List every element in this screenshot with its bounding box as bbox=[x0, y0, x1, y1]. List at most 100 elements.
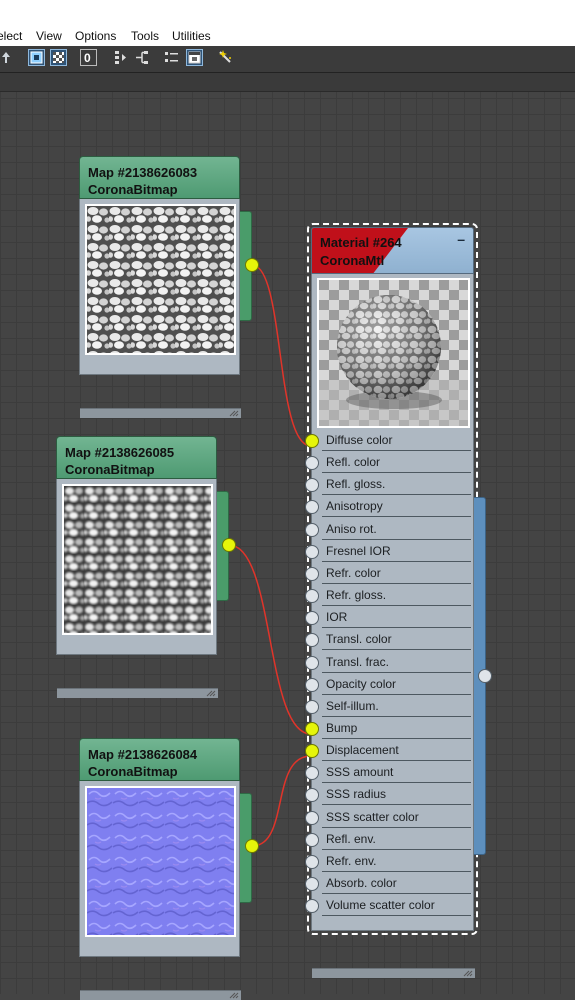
map-node-2138626083[interactable]: Map #2138626083 CoronaBitmap bbox=[79, 156, 259, 418]
magic-wand-icon[interactable] bbox=[217, 49, 234, 66]
wire-map3-displacement bbox=[251, 755, 312, 847]
input-socket[interactable] bbox=[305, 633, 319, 647]
input-socket[interactable] bbox=[305, 766, 319, 780]
input-socket[interactable] bbox=[305, 589, 319, 603]
view-tab-strip bbox=[0, 73, 575, 92]
slot-transl-color[interactable]: Transl. color bbox=[305, 628, 475, 650]
slot-volume-scatter-color[interactable]: Volume scatter color bbox=[305, 894, 475, 916]
slot-sss-radius[interactable]: SSS radius bbox=[305, 783, 475, 805]
input-socket[interactable] bbox=[305, 678, 319, 692]
wire-map2-bump bbox=[228, 544, 312, 735]
menu-bar: elect View Options Tools Utilities bbox=[0, 0, 575, 46]
slot-label: Aniso rot. bbox=[326, 522, 377, 536]
slot-label: SSS amount bbox=[326, 765, 394, 779]
node-body bbox=[79, 199, 241, 418]
slot-refr-gloss[interactable]: Refr. gloss. bbox=[305, 584, 475, 606]
input-socket[interactable] bbox=[305, 722, 319, 736]
slot-diffuse-color[interactable]: Diffuse color bbox=[305, 429, 475, 451]
node-title: Map #2138626083 bbox=[88, 165, 198, 180]
slot-refr-color[interactable]: Refr. color bbox=[305, 562, 475, 584]
output-socket[interactable] bbox=[245, 258, 259, 272]
slot-label: Refr. gloss. bbox=[326, 588, 387, 602]
input-socket[interactable] bbox=[305, 788, 319, 802]
node-header[interactable]: Map #2138626084 CoronaBitmap bbox=[79, 738, 240, 781]
slot-label: Refl. env. bbox=[326, 832, 376, 846]
input-socket[interactable] bbox=[305, 523, 319, 537]
minimize-button[interactable]: – bbox=[457, 232, 465, 246]
slot-opacity-color[interactable]: Opacity color bbox=[305, 673, 475, 695]
slot-absorb-color[interactable]: Absorb. color bbox=[305, 872, 475, 894]
node-view-canvas[interactable]: Map #2138626083 CoronaBitmap Map #213862… bbox=[0, 92, 575, 1000]
menu-utilities[interactable]: Utilities bbox=[172, 29, 211, 43]
input-socket[interactable] bbox=[305, 833, 319, 847]
wire-map1-diffuse bbox=[251, 264, 312, 447]
menu-view[interactable]: View bbox=[36, 29, 62, 43]
slot-label: Transl. frac. bbox=[326, 655, 389, 669]
output-socket[interactable] bbox=[245, 839, 259, 853]
material-node-264[interactable]: Material #264 CoronaMtl – Diffuse color … bbox=[305, 227, 492, 978]
slot-aniso-rot[interactable]: Aniso rot. bbox=[305, 518, 475, 540]
menu-options[interactable]: Options bbox=[75, 29, 116, 43]
slot-transl-frac[interactable]: Transl. frac. bbox=[305, 651, 475, 673]
slot-anisotropy[interactable]: Anisotropy bbox=[305, 495, 475, 517]
input-socket[interactable] bbox=[305, 700, 319, 714]
node-title: Map #2138626084 bbox=[88, 747, 198, 762]
output-socket[interactable] bbox=[478, 669, 492, 683]
slot-refl-color[interactable]: Refl. color bbox=[305, 451, 475, 473]
layout-icon[interactable] bbox=[112, 49, 129, 66]
show-all-icon[interactable] bbox=[163, 49, 180, 66]
slot-label: SSS radius bbox=[326, 787, 387, 801]
input-socket[interactable] bbox=[305, 478, 319, 492]
slot-sss-scatter-color[interactable]: SSS scatter color bbox=[305, 806, 475, 828]
input-socket[interactable] bbox=[305, 877, 319, 891]
slot-displacement[interactable]: Displacement bbox=[305, 739, 475, 761]
slot-refl-env[interactable]: Refl. env. bbox=[305, 828, 475, 850]
node-footer bbox=[57, 688, 218, 698]
input-socket[interactable] bbox=[305, 744, 319, 758]
input-socket[interactable] bbox=[305, 456, 319, 470]
input-socket[interactable] bbox=[305, 434, 319, 448]
node-header[interactable]: Map #2138626085 CoronaBitmap bbox=[56, 436, 217, 479]
texture-preview-normal-map bbox=[85, 786, 236, 937]
move-children-icon[interactable] bbox=[1, 49, 11, 66]
zero-icon[interactable]: 0 bbox=[80, 49, 97, 66]
node-body bbox=[56, 479, 218, 698]
input-socket[interactable] bbox=[305, 611, 319, 625]
slot-label: Refl. color bbox=[326, 455, 381, 469]
input-socket[interactable] bbox=[305, 811, 319, 825]
slot-divider bbox=[322, 915, 471, 916]
layout-children-icon[interactable] bbox=[134, 49, 151, 66]
slot-label: Refr. color bbox=[326, 566, 381, 580]
preview-icon[interactable] bbox=[186, 49, 203, 66]
node-type: CoronaBitmap bbox=[65, 462, 155, 477]
input-socket[interactable] bbox=[305, 500, 319, 514]
menu-select[interactable]: elect bbox=[0, 29, 22, 43]
map-node-2138626084[interactable]: Map #2138626084 CoronaBitmap bbox=[79, 738, 259, 1000]
node-header[interactable]: Map #2138626083 CoronaBitmap bbox=[79, 156, 240, 199]
slot-divider bbox=[322, 804, 471, 805]
background-checker-icon[interactable] bbox=[50, 49, 67, 66]
slot-bump[interactable]: Bump bbox=[305, 717, 475, 739]
slot-sss-amount[interactable]: SSS amount bbox=[305, 761, 475, 783]
slot-refl-gloss[interactable]: Refl. gloss. bbox=[305, 473, 475, 495]
input-socket[interactable] bbox=[305, 567, 319, 581]
node-title: Material #264 bbox=[320, 235, 402, 250]
material-preview-sphere bbox=[317, 278, 470, 428]
input-socket[interactable] bbox=[305, 545, 319, 559]
slot-label: Opacity color bbox=[326, 677, 397, 691]
texture-preview-grayscale-pebbles bbox=[62, 484, 213, 635]
show-background-icon[interactable] bbox=[28, 49, 45, 66]
output-socket[interactable] bbox=[222, 538, 236, 552]
slot-refr-env[interactable]: Refr. env. bbox=[305, 850, 475, 872]
input-socket[interactable] bbox=[305, 656, 319, 670]
slot-self-illum[interactable]: Self-illum. bbox=[305, 695, 475, 717]
node-header[interactable]: Material #264 CoronaMtl – bbox=[311, 227, 474, 274]
slot-fresnel-ior[interactable]: Fresnel IOR bbox=[305, 540, 475, 562]
input-socket[interactable] bbox=[305, 899, 319, 913]
slot-ior[interactable]: IOR bbox=[305, 606, 475, 628]
menu-tools[interactable]: Tools bbox=[131, 29, 159, 43]
input-socket[interactable] bbox=[305, 855, 319, 869]
map-node-2138626085[interactable]: Map #2138626085 CoronaBitmap bbox=[56, 436, 236, 698]
slot-label: Diffuse color bbox=[326, 433, 393, 447]
svg-text:0: 0 bbox=[84, 51, 91, 65]
